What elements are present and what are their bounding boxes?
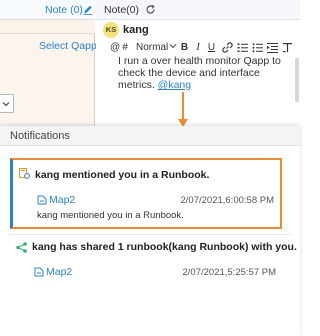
note-panel: Note(0) KS kang @ # Normal B I U I run a…: [96, 0, 300, 128]
chevron-down-icon: [2, 102, 10, 107]
note-text: I run a over health monitor Qapp to chec…: [118, 55, 281, 91]
notification-time: 2/07/2021,5:25:57 PM: [182, 267, 277, 278]
editor-toolbar: @ # Normal B I U: [96, 40, 300, 55]
avatar: KS: [103, 22, 119, 38]
italic-button[interactable]: I: [194, 41, 202, 54]
left-panel-header: Note (0): [0, 0, 95, 20]
share-icon: [16, 242, 27, 253]
divider: [10, 234, 290, 235]
left-panel-strip: [0, 20, 95, 34]
bold-button[interactable]: B: [180, 41, 189, 54]
runbook-file-icon: [37, 195, 47, 205]
user-name: kang: [123, 24, 149, 36]
notification-time: 2/07/2021,6:00:58 PM: [180, 195, 275, 206]
left-note-tab[interactable]: Note (0): [45, 4, 83, 16]
refresh-icon[interactable]: [145, 4, 156, 15]
notification-title: kang has shared 1 runbook(kang Runbook) …: [32, 241, 297, 253]
notifications-header: Notifications: [0, 126, 300, 146]
notifications-title: Notifications: [10, 130, 70, 142]
edit-icon[interactable]: [83, 4, 93, 15]
notification-title: kang mentioned you in a Runbook.: [35, 169, 210, 181]
link-icon[interactable]: [222, 41, 233, 54]
indent-icon[interactable]: [267, 41, 278, 54]
note-body[interactable]: I run a over health monitor Qapp to chec…: [118, 55, 298, 91]
underline-button[interactable]: U: [207, 41, 216, 54]
runbook-file-icon: [34, 267, 44, 277]
select-qapp-link[interactable]: Select Qapp: [39, 40, 97, 52]
mention-at-button[interactable]: @: [110, 41, 120, 54]
left-dropdown[interactable]: [0, 94, 14, 113]
notifications-panel: Notifications kang mentioned you in a Ru…: [0, 126, 300, 336]
notification-link[interactable]: Map2: [46, 266, 72, 278]
hashtag-button[interactable]: #: [121, 41, 129, 54]
notification-link[interactable]: Map2: [49, 194, 75, 206]
note-header: Note(0): [96, 0, 300, 20]
mention-icon: [18, 167, 30, 179]
paragraph-style-select[interactable]: Normal: [136, 41, 169, 54]
notification-item[interactable]: kang mentioned you in a Runbook. Map2 2/…: [10, 158, 282, 229]
note-scrollbar[interactable]: [295, 58, 299, 102]
note-tab[interactable]: Note(0): [104, 4, 139, 16]
notification-message: kang mentioned you in a Runbook.: [37, 210, 184, 221]
mention-link[interactable]: @kang: [158, 79, 191, 91]
ordered-list-icon[interactable]: [237, 41, 248, 54]
bullet-list-icon[interactable]: [252, 41, 263, 54]
left-panel: Note (0) Select Qapp: [0, 0, 97, 128]
note-user-row: KS kang: [96, 20, 300, 40]
notification-item[interactable]: kang has shared 1 runbook(kang Runbook) …: [10, 236, 297, 296]
style-chevron-icon[interactable]: [169, 41, 177, 54]
arrow-down-icon: [178, 92, 188, 127]
clear-format-icon[interactable]: [282, 41, 293, 54]
